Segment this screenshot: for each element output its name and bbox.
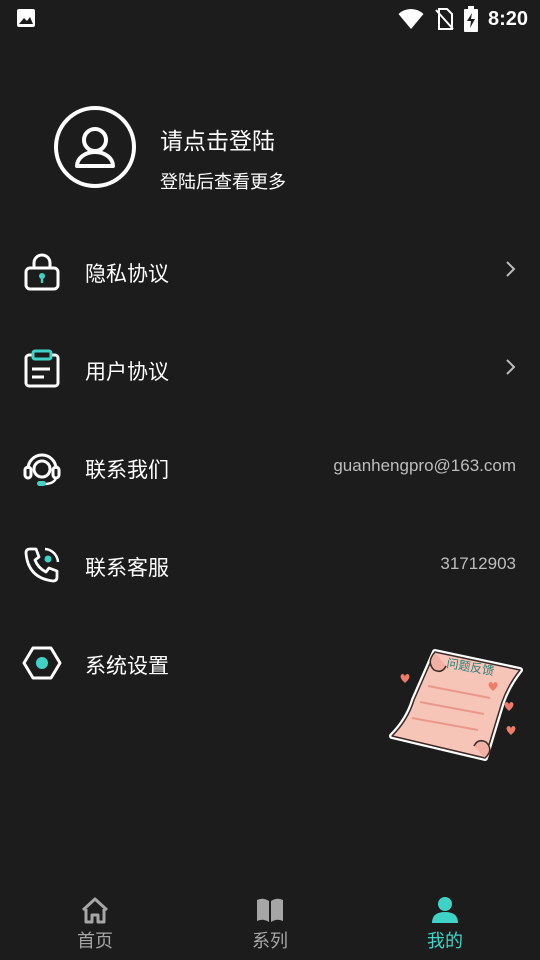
menu-label: 隐私协议 xyxy=(85,262,169,286)
settings-hexagon-icon xyxy=(22,646,62,680)
menu-item-privacy-policy[interactable]: 隐私协议 xyxy=(0,222,540,320)
lock-icon xyxy=(24,253,60,291)
menu-label: 用户协议 xyxy=(85,360,169,384)
menu-item-user-agreement[interactable]: 用户协议 xyxy=(0,320,540,418)
avatar[interactable] xyxy=(54,106,136,188)
heart-icon xyxy=(504,702,514,711)
tab-label: 首页 xyxy=(77,931,113,952)
heart-icon xyxy=(400,674,410,683)
login-title[interactable]: 请点击登陆 xyxy=(160,122,275,156)
menu-item-contact-us[interactable]: 联系我们 guanhengpro@163.com xyxy=(0,418,540,516)
tab-home[interactable]: 首页 xyxy=(5,890,185,960)
status-time: 8:20 xyxy=(487,7,528,30)
login-profile-card[interactable]: 请点击登陆 登陆后查看更多 xyxy=(54,106,494,193)
menu-item-customer-service[interactable]: 联系客服 31712903 xyxy=(0,516,540,614)
menu-label: 联系客服 xyxy=(85,556,169,580)
battery-charging-icon xyxy=(463,6,478,32)
wifi-icon xyxy=(398,8,424,29)
tab-label: 系列 xyxy=(252,931,288,952)
settings-menu: 隐私协议 用户协议 联系我们 guanhengpro@163.com 联系客服 … xyxy=(0,222,540,712)
menu-label: 系统设置 xyxy=(85,654,169,678)
no-sim-icon xyxy=(435,8,454,30)
heart-icon xyxy=(506,726,516,735)
clipboard-icon xyxy=(24,349,60,388)
tab-series[interactable]: 系列 xyxy=(180,890,360,960)
chevron-right-icon xyxy=(506,261,516,277)
phone-icon xyxy=(24,547,60,583)
status-bar: 8:20 xyxy=(0,0,540,36)
bottom-tab-bar: 首页 系列 我的 xyxy=(0,890,540,960)
login-subtitle: 登陆后查看更多 xyxy=(160,172,286,193)
tab-mine[interactable]: 我的 xyxy=(355,890,535,960)
home-icon xyxy=(81,897,109,924)
feedback-sticker[interactable]: 问题反馈 xyxy=(380,640,530,770)
service-phone: 31712903 xyxy=(440,554,516,573)
tab-label: 我的 xyxy=(427,931,463,952)
book-icon xyxy=(257,898,283,922)
contact-email: guanhengpro@163.com xyxy=(333,456,516,475)
chevron-right-icon xyxy=(506,359,516,375)
headset-icon xyxy=(23,453,61,486)
image-notification-icon xyxy=(17,9,35,27)
scroll-paper-icon: 问题反馈 xyxy=(389,649,523,761)
menu-label: 联系我们 xyxy=(85,458,169,482)
person-icon xyxy=(432,897,458,923)
user-icon xyxy=(75,127,115,168)
